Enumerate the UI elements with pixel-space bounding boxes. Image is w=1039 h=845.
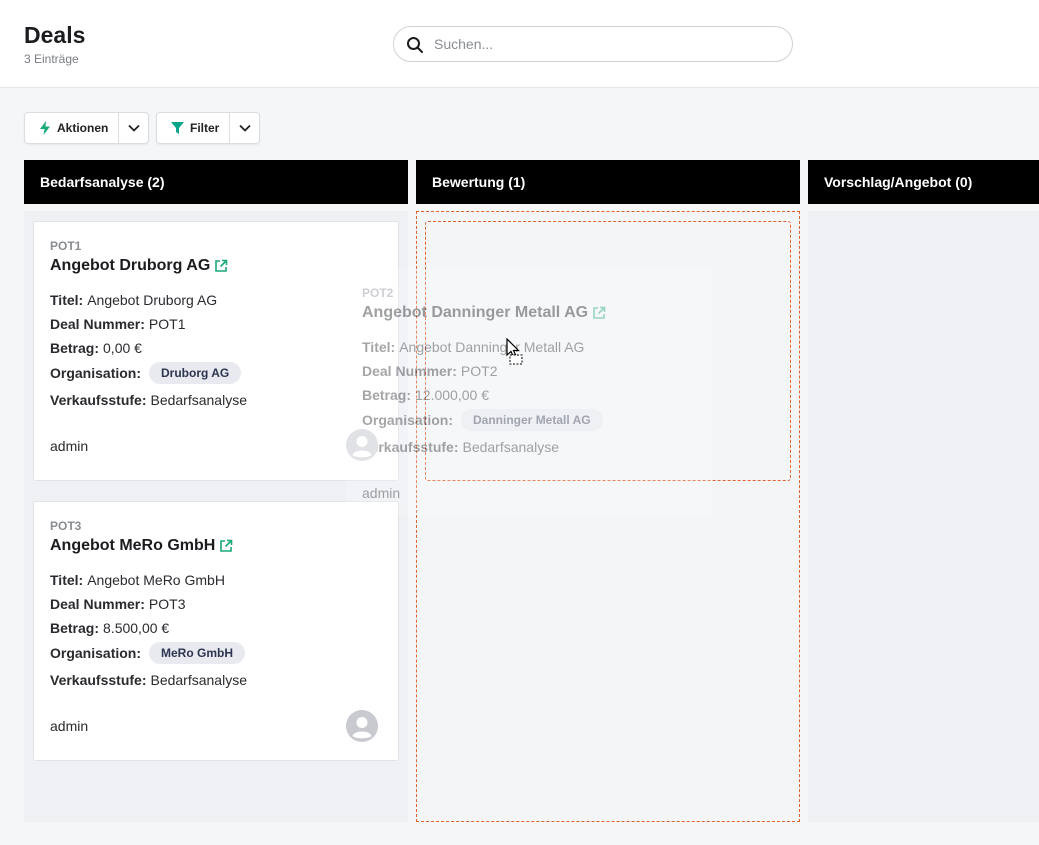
deal-amount-row: Betrag: 12.000,00 €	[362, 387, 489, 403]
record-count: 3 Einträge	[24, 52, 79, 66]
chevron-down-icon	[239, 124, 251, 132]
deal-number-row: Deal Nummer: POT3	[50, 596, 186, 612]
deal-amount-row: Betrag: 0,00 €	[50, 340, 142, 356]
field-value: Bedarfsanalyse	[462, 439, 559, 455]
search-input[interactable]	[434, 34, 774, 54]
deal-code: POT2	[362, 286, 394, 300]
field-label: Organisation:	[362, 412, 454, 428]
field-label: Titel:	[50, 572, 84, 588]
external-link-icon[interactable]	[219, 539, 233, 553]
deal-organization-row: Organisation: MeRo GmbH	[50, 642, 246, 664]
deal-stage-row: Verkaufsstufe: Bedarfsanalyse	[50, 392, 247, 408]
field-value: Angebot Danninger Metall AG	[399, 339, 585, 355]
field-label: Betrag:	[50, 620, 100, 636]
field-label: Titel:	[362, 339, 396, 355]
column-header-bedarfsanalyse: Bedarfsanalyse (2)	[24, 160, 408, 204]
deal-stage-row: Verkaufsstufe: Bedarfsanalyse	[362, 439, 559, 455]
deal-code: POT3	[50, 519, 82, 533]
field-value: Bedarfsanalyse	[150, 392, 247, 408]
deal-name[interactable]: Angebot Danninger Metall AG	[362, 304, 588, 322]
field-value: POT3	[148, 596, 186, 612]
field-label: Deal Nummer:	[50, 596, 145, 612]
avatar-icon[interactable]	[346, 710, 378, 742]
external-link-icon[interactable]	[214, 259, 228, 273]
deal-card-pot1[interactable]: POT1 Angebot Druborg AG Titel: Angebot Dr…	[33, 221, 399, 481]
deal-card-pot2-dragging[interactable]: POT2 Angebot Danninger Metall AG Titel: A…	[346, 269, 712, 515]
field-label: Organisation:	[50, 365, 142, 381]
actions-dropdown-button[interactable]	[118, 113, 148, 143]
deal-card-title[interactable]: Angebot MeRo GmbH	[50, 537, 233, 555]
search-box[interactable]	[393, 26, 793, 62]
field-label: Verkaufsstufe:	[50, 392, 147, 408]
deal-card-pot3[interactable]: POT3 Angebot MeRo GmbH Titel: Angebot MeR…	[33, 501, 399, 761]
deal-card-title[interactable]: Angebot Danninger Metall AG	[362, 304, 606, 322]
deal-name[interactable]: Angebot Druborg AG	[50, 257, 210, 275]
actions-button-group: Aktionen	[24, 112, 150, 144]
column-body-vorschlag-angebot	[808, 211, 1039, 822]
field-label: Deal Nummer:	[50, 316, 145, 332]
deal-code: POT1	[50, 239, 82, 253]
field-value: 8.500,00 €	[103, 620, 170, 636]
field-label: Betrag:	[50, 340, 100, 356]
chevron-down-icon	[128, 124, 140, 132]
avatar-icon[interactable]	[346, 429, 378, 461]
field-value: POT1	[148, 316, 186, 332]
filter-dropdown-button[interactable]	[229, 113, 259, 143]
organization-badge[interactable]: Druborg AG	[149, 362, 242, 384]
actions-label: Aktionen	[57, 121, 109, 135]
deal-amount-row: Betrag: 8.500,00 €	[50, 620, 169, 636]
filter-button[interactable]: Filter	[157, 113, 229, 143]
deal-owner: admin	[50, 718, 89, 734]
external-link-icon[interactable]	[592, 306, 606, 320]
field-label: Verkaufsstufe:	[50, 672, 147, 688]
field-value: Angebot MeRo GmbH	[87, 572, 225, 588]
field-label: Organisation:	[50, 645, 142, 661]
field-value: 0,00 €	[103, 340, 142, 356]
search-icon	[407, 37, 423, 53]
deal-title-row: Titel: Angebot Danninger Metall AG	[362, 339, 584, 355]
field-label: Titel:	[50, 292, 84, 308]
filter-button-group: Filter	[156, 112, 261, 144]
deal-name[interactable]: Angebot MeRo GmbH	[50, 537, 215, 555]
field-label: Betrag:	[362, 387, 412, 403]
column-header-vorschlag-angebot: Vorschlag/Angebot (0)	[808, 160, 1039, 204]
organization-badge[interactable]: Danninger Metall AG	[461, 409, 603, 431]
lightning-icon	[40, 121, 50, 135]
field-value: Angebot Druborg AG	[87, 292, 218, 308]
deal-owner: admin	[50, 438, 89, 454]
deal-number-row: Deal Nummer: POT2	[362, 363, 498, 379]
column-header-bewertung: Bewertung (1)	[416, 160, 800, 204]
page-title: Deals	[24, 22, 86, 48]
filter-icon	[171, 122, 184, 134]
actions-button[interactable]: Aktionen	[25, 113, 118, 143]
deal-organization-row: Organisation: Danninger Metall AG	[362, 409, 603, 431]
field-value: 12.000,00 €	[415, 387, 489, 403]
deal-organization-row: Organisation: Druborg AG	[50, 362, 242, 384]
field-label: Deal Nummer:	[362, 363, 457, 379]
field-value: Bedarfsanalyse	[150, 672, 247, 688]
deal-number-row: Deal Nummer: POT1	[50, 316, 186, 332]
deal-title-row: Titel: Angebot Druborg AG	[50, 292, 217, 308]
field-value: POT2	[460, 363, 498, 379]
page-header: Deals 3 Einträge	[0, 0, 1039, 88]
organization-badge[interactable]: MeRo GmbH	[149, 642, 246, 664]
deal-title-row: Titel: Angebot MeRo GmbH	[50, 572, 225, 588]
deal-stage-row: Verkaufsstufe: Bedarfsanalyse	[50, 672, 247, 688]
drag-cursor-icon	[506, 338, 523, 365]
deal-card-title[interactable]: Angebot Druborg AG	[50, 257, 228, 275]
filter-label: Filter	[190, 121, 220, 135]
deal-owner: admin	[362, 485, 401, 501]
